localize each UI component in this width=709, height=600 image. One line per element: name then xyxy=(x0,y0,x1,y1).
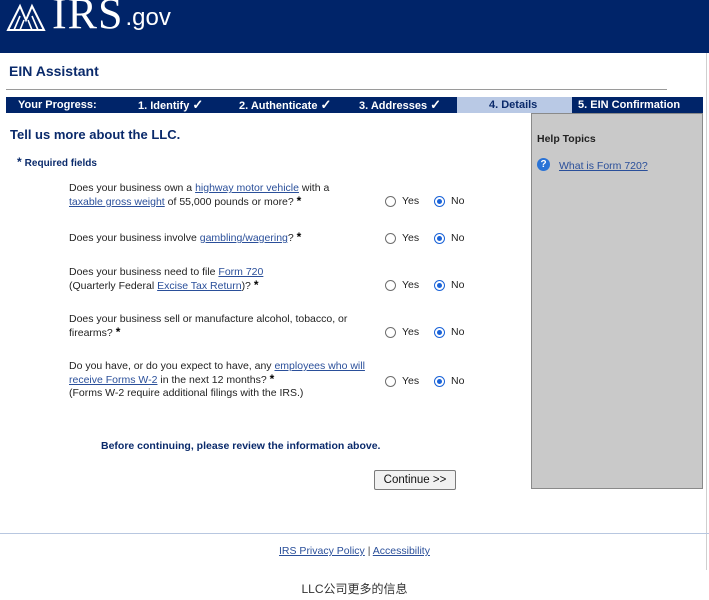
question-text: with a xyxy=(298,182,330,194)
site-header: IRS .gov xyxy=(0,0,709,53)
option-label: Yes xyxy=(402,232,420,244)
q1-no-option[interactable]: No xyxy=(434,195,464,207)
progress-step-addresses: 3. Addresses ✓ xyxy=(359,97,441,113)
required-fields-label: Required fields xyxy=(24,158,97,169)
option-label: No xyxy=(451,279,465,291)
page: IRS .gov EIN Assistant Your Progress: 1.… xyxy=(0,0,709,600)
required-star: * xyxy=(253,278,259,292)
required-star: * xyxy=(115,325,121,339)
question-text: )? xyxy=(241,280,254,292)
q5-yes-radio[interactable] xyxy=(385,375,396,387)
progress-step-details: 4. Details xyxy=(489,97,537,113)
question-text: Does your business own a xyxy=(69,182,196,194)
progress-step-label: 1. Identify xyxy=(138,100,190,112)
required-fields-note: * Required fields xyxy=(17,155,97,169)
q1-no-radio[interactable] xyxy=(434,195,445,207)
image-caption: LLC公司更多的信息 xyxy=(301,582,408,596)
check-icon: ✓ xyxy=(320,97,332,112)
accessibility-link[interactable]: Accessibility xyxy=(373,545,430,557)
help-question-icon[interactable]: ? xyxy=(537,158,550,171)
question-text: of 55,000 pounds or more? xyxy=(164,196,297,208)
question-gambling: Does your business involve gambling/wage… xyxy=(69,231,369,245)
link-taxable-gross-weight[interactable]: taxable gross weight xyxy=(69,196,165,208)
progress-step-label: 2. Authenticate xyxy=(239,100,318,112)
check-icon: ✓ xyxy=(192,97,204,112)
option-label: Yes xyxy=(402,375,420,387)
link-gambling-wagering[interactable]: gambling/wagering xyxy=(200,232,288,244)
option-label: Yes xyxy=(402,195,420,207)
progress-step-ein-confirmation: 5. EIN Confirmation xyxy=(578,97,680,113)
option-label: Yes xyxy=(402,279,420,291)
question-text: (Quarterly Federal xyxy=(69,280,158,292)
help-link-form-720[interactable]: What is Form 720? xyxy=(559,160,648,172)
required-star: * xyxy=(296,194,302,208)
progress-label: Your Progress: xyxy=(18,99,97,111)
question-heavy-vehicle: Does your business own a highway motor v… xyxy=(69,182,369,209)
q2-yes-option[interactable]: Yes xyxy=(385,232,419,244)
question-form-720: Does your business need to file Form 720… xyxy=(69,266,369,293)
q5-no-radio[interactable] xyxy=(434,375,445,387)
q3-yes-option[interactable]: Yes xyxy=(385,279,419,291)
continue-button[interactable]: Continue >> xyxy=(374,470,456,490)
question-text: Does your business involve xyxy=(69,232,200,244)
frame-border xyxy=(706,53,707,570)
q1-yes-option[interactable]: Yes xyxy=(385,195,419,207)
progress-step-label: 4. Details xyxy=(489,99,538,111)
option-label: No xyxy=(451,326,465,338)
required-star: * xyxy=(17,155,22,169)
question-note: (Forms W-2 require additional filings wi… xyxy=(69,387,304,399)
link-form-720[interactable]: Form 720 xyxy=(218,266,263,278)
required-star: * xyxy=(296,230,302,244)
question-text: Do you have, or do you expect to have, a… xyxy=(69,360,275,372)
app-title: EIN Assistant xyxy=(9,63,99,79)
progress-step-label: 5. EIN Confirmation xyxy=(578,99,681,111)
question-text: Does your business sell or manufacture a… xyxy=(69,313,348,339)
question-employees-w2: Do you have, or do you expect to have, a… xyxy=(69,360,369,400)
privacy-policy-link[interactable]: IRS Privacy Policy xyxy=(279,545,365,557)
help-panel: Help Topics ? What is Form 720? xyxy=(531,113,703,489)
logo-irs-text: IRS xyxy=(52,0,124,38)
q2-no-option[interactable]: No xyxy=(434,232,464,244)
q4-no-option[interactable]: No xyxy=(434,326,464,338)
q1-yes-radio[interactable] xyxy=(385,195,396,207)
q2-yes-radio[interactable] xyxy=(385,232,396,244)
q3-no-radio[interactable] xyxy=(434,279,445,291)
option-label: No xyxy=(451,232,465,244)
q2-no-radio[interactable] xyxy=(434,232,445,244)
footer-links: IRS Privacy Policy | Accessibility xyxy=(0,545,709,557)
required-star: * xyxy=(269,372,275,386)
progress-step-identify: 1. Identify ✓ xyxy=(138,97,203,113)
logo-gov-text: .gov xyxy=(125,4,171,31)
option-label: No xyxy=(451,195,465,207)
link-excise-tax-return[interactable]: Excise Tax Return xyxy=(157,280,241,292)
question-text: Does your business need to file xyxy=(69,266,219,278)
link-highway-motor-vehicle[interactable]: highway motor vehicle xyxy=(195,182,299,194)
progress-step-authenticate: 2. Authenticate ✓ xyxy=(239,97,331,113)
eagle-icon xyxy=(6,3,46,31)
q4-yes-option[interactable]: Yes xyxy=(385,326,419,338)
review-note: Before continuing, please review the inf… xyxy=(101,440,381,452)
irs-logo[interactable]: IRS .gov xyxy=(6,0,171,36)
question-alcohol-tobacco-firearms: Does your business sell or manufacture a… xyxy=(69,313,369,340)
question-text: ? xyxy=(287,232,297,244)
footer-separator: | xyxy=(364,545,373,557)
help-title: Help Topics xyxy=(537,133,596,145)
check-icon: ✓ xyxy=(430,97,441,112)
question-text: in the next 12 months? xyxy=(157,374,270,386)
progress-step-label: 3. Addresses xyxy=(359,100,428,112)
section-title: Tell us more about the LLC. xyxy=(10,127,181,142)
q5-no-option[interactable]: No xyxy=(434,375,464,387)
q5-yes-option[interactable]: Yes xyxy=(385,375,419,387)
option-label: No xyxy=(451,375,465,387)
progress-bar: Your Progress: 1. Identify ✓ 2. Authentic… xyxy=(6,97,703,113)
q4-yes-radio[interactable] xyxy=(385,326,396,338)
q3-yes-radio[interactable] xyxy=(385,279,396,291)
q4-no-radio[interactable] xyxy=(434,326,445,338)
title-divider xyxy=(6,89,667,90)
footer-divider xyxy=(0,533,709,534)
q3-no-option[interactable]: No xyxy=(434,279,464,291)
option-label: Yes xyxy=(402,326,420,338)
